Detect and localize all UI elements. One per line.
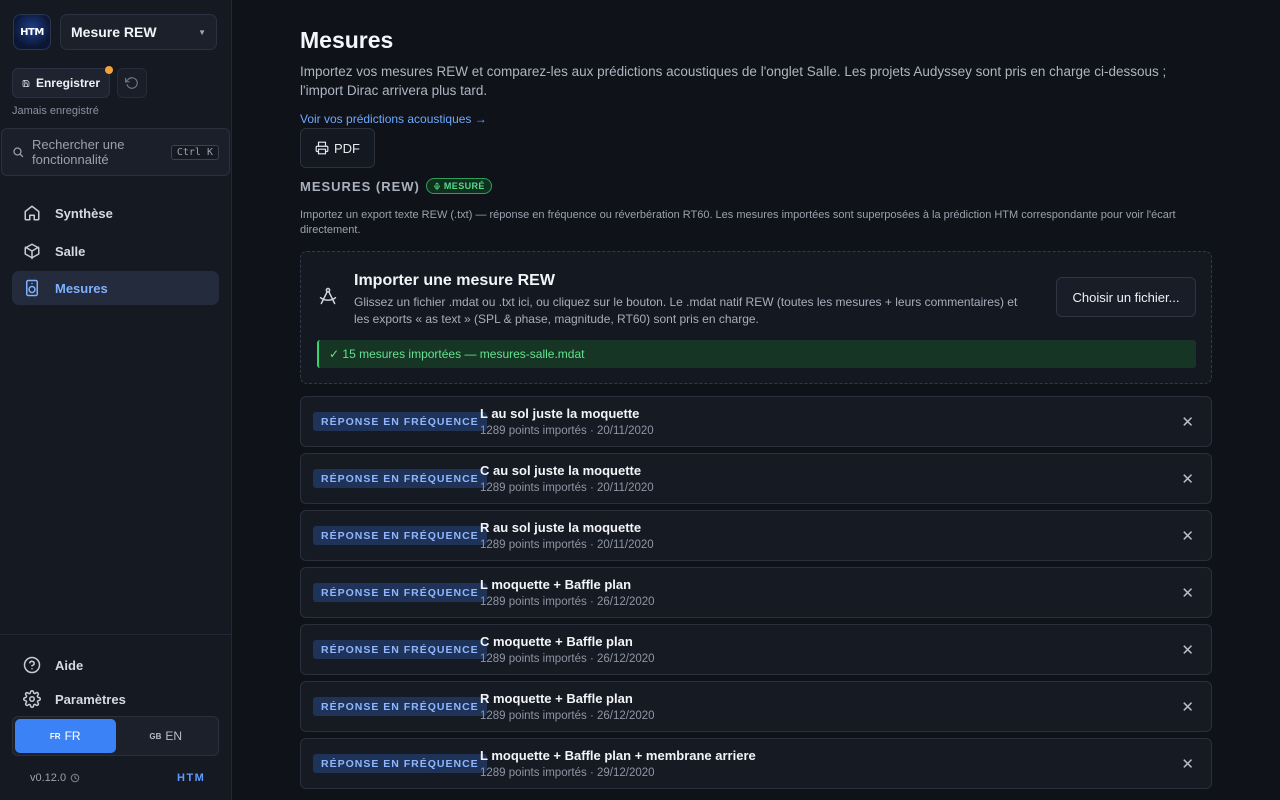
app-logo[interactable]: HTM [13, 14, 51, 50]
measurement-type-badge: RÉPONSE EN FRÉQUENCE [313, 640, 487, 659]
app-version[interactable]: v0.12.0 [30, 772, 80, 784]
nav-label: Mesures [55, 280, 108, 296]
measurement-row[interactable]: RÉPONSE EN FRÉQUENCE L au sol juste la mo… [300, 396, 1212, 447]
gear-icon [23, 690, 41, 708]
page-title: Mesures [300, 27, 394, 53]
nav-label: Aide [55, 657, 84, 673]
flag-fr-icon: FR [49, 731, 61, 741]
import-dropzone[interactable]: Importer une mesure REW Glissez un fichi… [300, 251, 1212, 384]
language-switch: FR FR GB EN [12, 716, 219, 756]
rotate-ccw-icon [125, 77, 138, 89]
measurement-row[interactable]: RÉPONSE EN FRÉQUENCE R moquette + Baffle … [300, 681, 1212, 732]
brand-label: HTM [177, 772, 206, 784]
measurement-row[interactable]: RÉPONSE EN FRÉQUENCE R au sol juste la mo… [300, 510, 1212, 561]
import-success-message: ✓ 15 mesures importées — mesures-salle.m… [317, 340, 1196, 368]
measurement-row[interactable]: RÉPONSE EN FRÉQUENCE C au sol juste la mo… [300, 453, 1212, 504]
page-intro: Importez vos mesures REW et comparez-les… [300, 64, 1167, 98]
measurement-row[interactable]: RÉPONSE EN FRÉQUENCE L moquette + Baffle … [300, 567, 1212, 618]
nav-item-parametres[interactable]: Paramètres [12, 682, 219, 716]
section-title: MESURES (REW) [300, 178, 420, 194]
remove-measurement-button[interactable]: ✕ [1181, 641, 1194, 659]
measurement-type-badge: RÉPONSE EN FRÉQUENCE [313, 754, 487, 773]
measurement-name: C au sol juste la moquette [480, 463, 642, 478]
measurement-meta: 1289 points importés · 20/11/2020 [480, 482, 654, 494]
choose-file-button[interactable]: Choisir un fichier... [1056, 277, 1196, 317]
cube-icon [24, 243, 40, 260]
measurement-type-badge: RÉPONSE EN FRÉQUENCE [313, 697, 487, 716]
remove-measurement-button[interactable]: ✕ [1181, 527, 1194, 545]
remove-measurement-button[interactable]: ✕ [1181, 755, 1194, 773]
measurement-row[interactable]: RÉPONSE EN FRÉQUENCE L moquette + Baffle … [300, 738, 1212, 789]
save-icon [22, 79, 30, 87]
predictions-link[interactable]: Voir vos prédictions acoustiques → [300, 112, 487, 126]
speaker-icon [26, 279, 38, 297]
help-circle-icon [23, 656, 41, 674]
measurement-meta: 1289 points importés · 20/11/2020 [480, 539, 654, 551]
history-icon [70, 773, 80, 783]
pdf-export-button[interactable]: PDF [300, 128, 375, 168]
lang-en-button[interactable]: GB EN [116, 719, 217, 753]
import-title: Importer une mesure REW [354, 272, 555, 289]
measurement-type-badge: RÉPONSE EN FRÉQUENCE [313, 469, 487, 488]
measurement-name: R au sol juste la moquette [480, 520, 642, 535]
remove-measurement-button[interactable]: ✕ [1181, 413, 1194, 431]
remove-measurement-button[interactable]: ✕ [1181, 470, 1194, 488]
pdf-label: PDF [334, 140, 360, 156]
lang-label: EN [165, 729, 183, 743]
sidebar: HTM Mesure REW ▼ Enregistrer Jamais enre… [0, 0, 232, 800]
save-label: Enregistrer [35, 76, 100, 90]
measurement-type-badge: RÉPONSE EN FRÉQUENCE [313, 583, 487, 602]
feature-search[interactable]: Rechercher une fonctionnalité Ctrl K [1, 128, 230, 176]
sidebar-divider [0, 634, 231, 635]
nav-item-mesures[interactable]: Mesures [12, 271, 219, 305]
version-label: v0.12.0 [30, 772, 67, 784]
search-placeholder: Rechercher une fonctionnalité [32, 137, 125, 167]
measurement-name: L au sol juste la moquette [480, 406, 640, 421]
measurement-name: C moquette + Baffle plan [480, 634, 633, 649]
measurement-type-badge: RÉPONSE EN FRÉQUENCE [313, 412, 487, 431]
nav-label: Paramètres [55, 691, 126, 707]
section-description: Importez un export texte REW (.txt) — ré… [300, 209, 1176, 236]
unsaved-indicator [105, 66, 113, 74]
measurement-meta: 1289 points importés · 20/11/2020 [480, 425, 654, 437]
measurement-row[interactable]: RÉPONSE EN FRÉQUENCE C moquette + Baffle … [300, 624, 1212, 675]
search-icon [13, 147, 24, 158]
measurement-name: L moquette + Baffle plan [480, 577, 632, 592]
search-shortcut: Ctrl K [170, 144, 219, 160]
printer-icon [315, 141, 329, 155]
measured-badge: MESURÉ [425, 178, 492, 194]
lang-fr-button[interactable]: FR FR [15, 719, 116, 753]
section-header: MESURES (REW) MESURÉ [300, 178, 492, 194]
measurement-meta: 1289 points importés · 29/12/2020 [480, 767, 655, 779]
nav-label: Synthèse [55, 205, 113, 221]
measured-badge-label: MESURÉ [443, 181, 485, 191]
home-icon [24, 205, 40, 221]
measurement-name: R moquette + Baffle plan [480, 691, 633, 706]
measurement-meta: 1289 points importés · 26/12/2020 [480, 710, 655, 722]
measurement-name: L moquette + Baffle plan + membrane arri… [480, 748, 756, 763]
revert-button[interactable] [117, 68, 147, 98]
nav-item-synthese[interactable]: Synthèse [12, 196, 219, 230]
remove-measurement-button[interactable]: ✕ [1181, 584, 1194, 602]
compass-draw-icon [319, 287, 337, 305]
measurement-type-badge: RÉPONSE EN FRÉQUENCE [313, 526, 487, 545]
measurement-meta: 1289 points importés · 26/12/2020 [480, 596, 655, 608]
import-description: Glissez un fichier .mdat ou .txt ici, ou… [354, 295, 1018, 326]
project-select[interactable]: Mesure REW ▼ [60, 14, 217, 50]
nav-label: Salle [55, 243, 86, 259]
flag-gb-icon: GB [149, 731, 162, 741]
microphone-icon [434, 182, 440, 190]
save-status: Jamais enregistré [12, 105, 99, 117]
main-content: Mesures Importez vos mesures REW et comp… [300, 0, 1212, 800]
chevron-down-icon: ▼ [198, 27, 206, 37]
remove-measurement-button[interactable]: ✕ [1181, 698, 1194, 716]
lang-label: FR [64, 729, 81, 743]
project-name: Mesure REW [71, 24, 157, 40]
nav-item-salle[interactable]: Salle [12, 234, 219, 268]
measurement-meta: 1289 points importés · 26/12/2020 [480, 653, 655, 665]
save-button[interactable]: Enregistrer [12, 66, 113, 98]
nav-item-aide[interactable]: Aide [12, 648, 219, 682]
